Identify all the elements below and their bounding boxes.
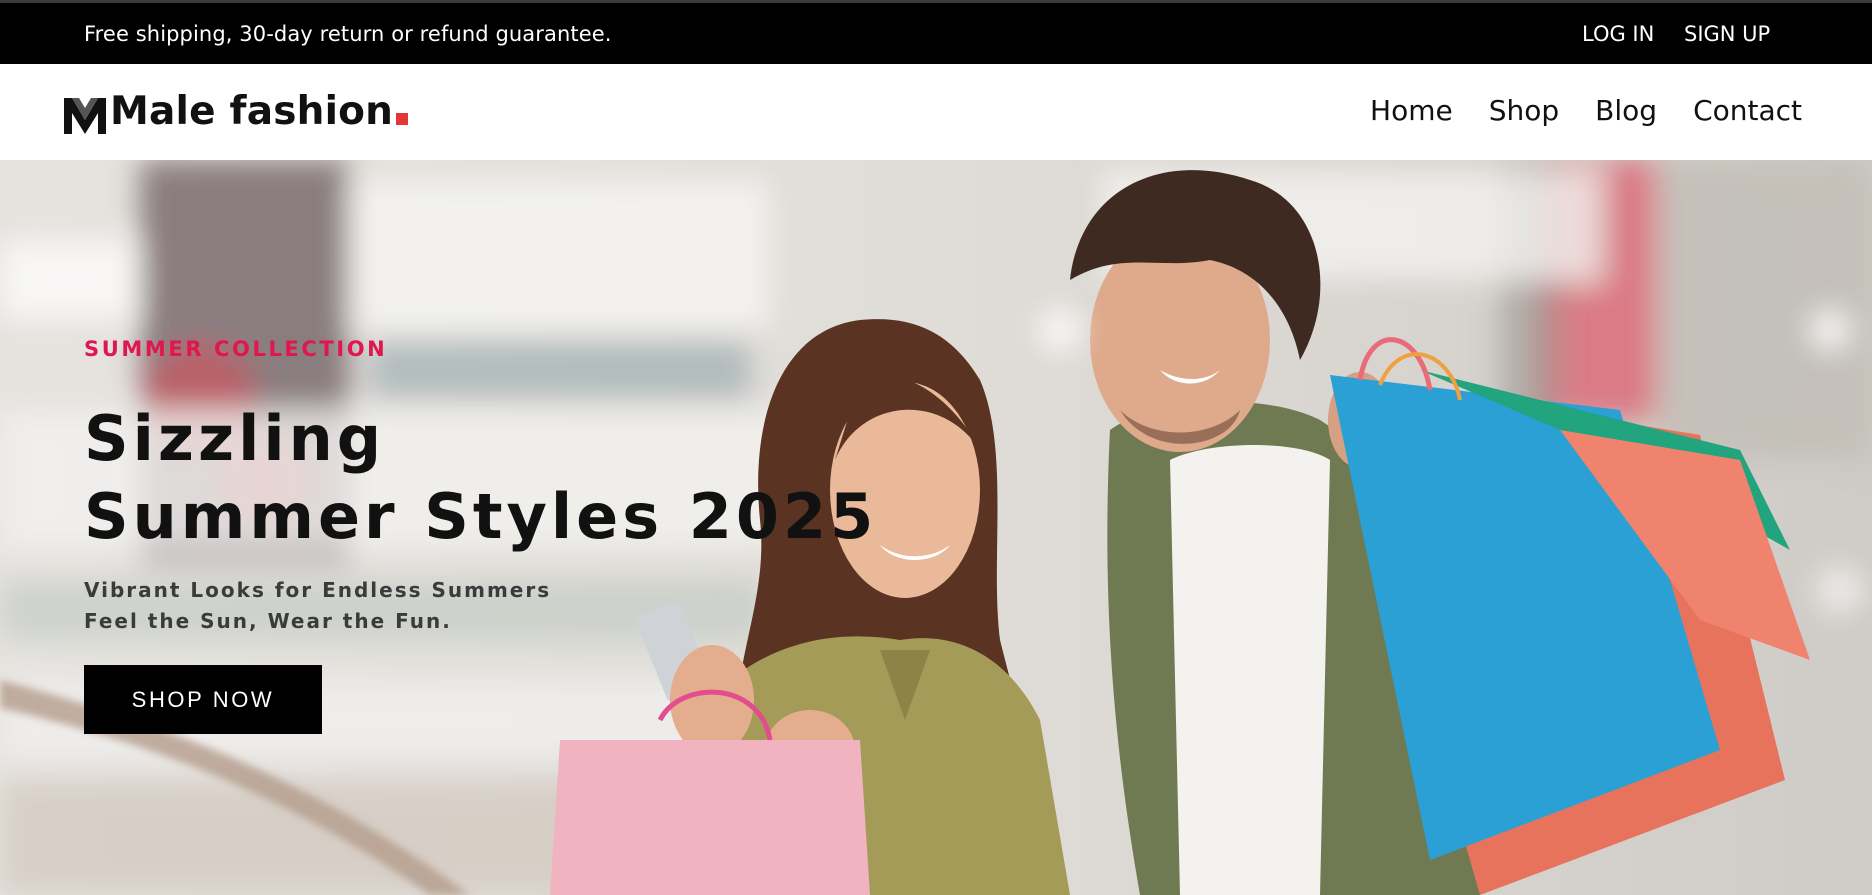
hero-subtitle-line1: Vibrant Looks for Endless Summers [84, 578, 552, 602]
main-nav: Home Shop Blog Contact [1334, 94, 1802, 127]
shop-now-button[interactable]: SHOP NOW [84, 665, 322, 734]
shipping-notice: Free shipping, 30-day return or refund g… [84, 22, 612, 46]
signup-link[interactable]: SIGN UP [1684, 22, 1770, 46]
nav-blog[interactable]: Blog [1595, 94, 1657, 127]
hero-subtitle-line2: Feel the Sun, Wear the Fun. [84, 609, 452, 633]
hero-headline-line2: Summer Styles 2025 [84, 480, 878, 553]
hero-headline-line1: Sizzling [84, 402, 386, 475]
nav-home[interactable]: Home [1370, 94, 1453, 127]
announcement-bar: Free shipping, 30-day return or refund g… [0, 3, 1872, 64]
nav-contact[interactable]: Contact [1693, 94, 1802, 127]
hero-banner: SUMMER COLLECTION Sizzling Summer Styles… [0, 160, 1872, 895]
nav-shop[interactable]: Shop [1489, 94, 1559, 127]
logo-wordmark: Male fashion [110, 89, 394, 134]
brand-logo[interactable]: Male fashion [62, 84, 409, 134]
hero-headline: Sizzling Summer Styles 2025 [84, 400, 877, 556]
logo-m-glyph [64, 98, 106, 134]
logo-accent-dot [396, 113, 409, 125]
hero-subtitle: Vibrant Looks for Endless Summers Feel t… [84, 575, 551, 637]
login-link[interactable]: LOG IN [1582, 22, 1654, 46]
hero-kicker: SUMMER COLLECTION [84, 337, 388, 361]
site-header: Male fashion Home Shop Blog Contact [0, 64, 1872, 160]
